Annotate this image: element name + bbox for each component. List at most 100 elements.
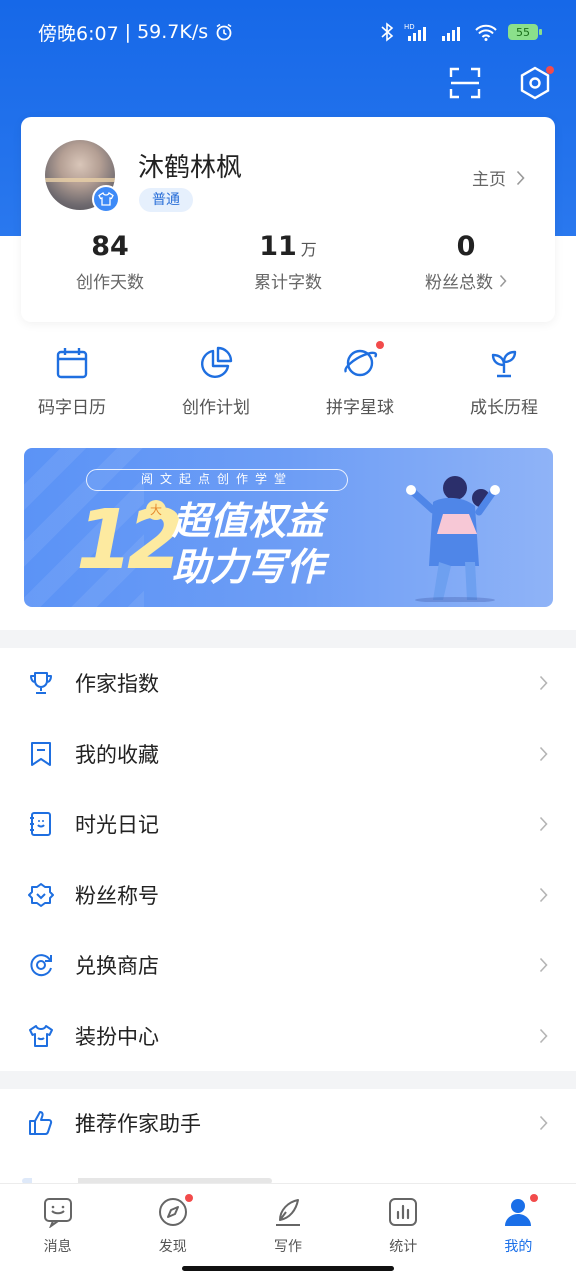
menu-item-time-diary[interactable]: 时光日记 — [0, 789, 576, 860]
tab-messages[interactable]: 消息 — [0, 1184, 115, 1280]
tool-growth-history[interactable]: 成长历程 — [432, 345, 576, 418]
network-speed: 59.7K/s — [137, 21, 209, 43]
tab-label: 统计 — [389, 1239, 418, 1255]
menu-item-exchange-store[interactable]: 兑换商店 — [0, 930, 576, 1001]
planet-notification-dot — [376, 341, 384, 349]
tab-label: 消息 — [43, 1239, 72, 1255]
chevron-right-icon — [539, 746, 548, 761]
chevron-right-icon — [499, 274, 507, 287]
status-time: 傍晚6:07 — [38, 22, 119, 45]
menu-label: 兑换商店 — [75, 954, 159, 979]
tab-me[interactable]: 我的 — [461, 1184, 576, 1280]
section-divider — [0, 630, 576, 648]
person-icon — [505, 1199, 532, 1226]
badge-icon — [28, 882, 54, 907]
chevron-right-icon — [539, 1028, 548, 1043]
tool-label: 创作计划 — [182, 398, 250, 418]
menu-group-1: 作家指数 我的收藏 时光日记 粉丝称号 兑换商店 装扮中心 — [0, 648, 576, 1071]
menu-item-my-favorites[interactable]: 我的收藏 — [0, 719, 576, 790]
homepage-label: 主页 — [472, 170, 506, 190]
signal-icon — [442, 27, 460, 41]
status-divider: | — [124, 21, 132, 43]
status-bar: 傍晚6:07 | 59.7K/s HD 55 — [0, 0, 576, 64]
bookmark-icon — [31, 741, 51, 766]
chevron-right-icon — [539, 887, 548, 902]
scan-icon[interactable] — [448, 66, 482, 100]
pie-chart-icon — [198, 345, 234, 381]
svg-text:HD: HD — [404, 23, 415, 31]
calendar-icon — [54, 345, 90, 381]
tab-label: 写作 — [274, 1239, 302, 1255]
menu-label: 装扮中心 — [75, 1024, 159, 1049]
signal-hd-icon: HD — [404, 23, 426, 41]
diary-icon — [30, 812, 51, 837]
tab-label: 发现 — [158, 1239, 187, 1255]
planet-icon — [342, 341, 384, 381]
settings-notification-dot — [546, 66, 554, 74]
level-badge: 普通 — [139, 188, 193, 212]
stat-label: 粉丝总数 — [425, 273, 493, 293]
wifi-icon — [475, 24, 497, 41]
stat-label: 累计字数 — [254, 273, 322, 293]
banner-headline: 超值权益 助力写作 — [172, 498, 324, 590]
username: 沐鹤林枫 — [138, 153, 243, 183]
sprout-icon — [486, 345, 522, 381]
bluetooth-icon — [381, 22, 394, 42]
stat-value: 0 — [456, 231, 476, 262]
tshirt-icon — [29, 1024, 53, 1047]
menu-item-dressup-center[interactable]: 装扮中心 — [0, 1001, 576, 1072]
homepage-link[interactable]: 主页 — [472, 165, 525, 190]
chevron-right-icon — [539, 676, 548, 691]
profile-card: 沐鹤林枫 普通 主页 84 创作天数 11 万 累计字数 0 粉丝总数 — [21, 117, 555, 322]
tool-word-planet[interactable]: 拼字星球 — [288, 341, 432, 418]
stat-label: 创作天数 — [76, 273, 144, 293]
menu-group-2: 推荐作家助手 — [0, 1088, 576, 1159]
chart-icon — [389, 1198, 418, 1226]
banner-illustration — [406, 476, 500, 602]
settings-icon[interactable] — [518, 66, 554, 100]
message-icon — [43, 1198, 72, 1228]
compass-icon — [158, 1198, 187, 1226]
tool-writing-calendar[interactable]: 码字日历 — [0, 345, 144, 418]
menu-item-writer-index[interactable]: 作家指数 — [0, 648, 576, 719]
home-indicator[interactable] — [182, 1266, 394, 1271]
pen-icon — [276, 1199, 300, 1226]
tool-label: 拼字星球 — [326, 398, 394, 418]
stat-total-words[interactable]: 11 万 累计字数 — [199, 231, 377, 293]
menu-item-recommend-app[interactable]: 推荐作家助手 — [0, 1088, 576, 1159]
menu-item-fan-title[interactable]: 粉丝称号 — [0, 860, 576, 931]
section-divider — [0, 1071, 576, 1089]
avatar-badge — [92, 185, 120, 213]
stat-fans[interactable]: 0 粉丝总数 — [377, 231, 555, 293]
battery-indicator: 55 — [508, 24, 542, 40]
chevron-right-icon — [516, 170, 525, 185]
banner-line2: 助力写作 — [172, 545, 325, 589]
chevron-right-icon — [539, 958, 548, 973]
stat-value: 11 — [259, 231, 297, 262]
menu-label: 粉丝称号 — [75, 883, 159, 908]
stat-creation-days[interactable]: 84 创作天数 — [21, 231, 199, 293]
chevron-right-icon — [539, 1116, 548, 1131]
tool-label: 码字日历 — [38, 398, 106, 418]
banner-line1: 超值权益 — [172, 499, 325, 543]
thumbs-up-icon — [29, 1111, 53, 1136]
me-notification-dot — [530, 1194, 539, 1202]
trophy-icon — [30, 672, 52, 695]
menu-label: 我的收藏 — [75, 742, 159, 767]
tshirt-badge-icon — [98, 192, 114, 206]
tool-label: 成长历程 — [470, 398, 538, 418]
menu-label: 推荐作家助手 — [75, 1112, 201, 1137]
discover-notification-dot — [184, 1194, 193, 1202]
exchange-icon — [30, 954, 52, 977]
menu-label: 作家指数 — [75, 672, 159, 697]
promo-banner[interactable]: 阅文起点创作学堂 12 大 超值权益 助力写作 — [24, 448, 553, 607]
banner-subtitle: 阅文起点创作学堂 — [86, 469, 348, 491]
stat-unit: 万 — [300, 240, 317, 259]
alarm-icon — [216, 23, 232, 41]
tab-label: 我的 — [504, 1239, 533, 1255]
stat-value: 84 — [91, 231, 129, 262]
chevron-right-icon — [539, 817, 548, 832]
menu-label: 时光日记 — [75, 813, 159, 838]
tool-creation-plan[interactable]: 创作计划 — [144, 345, 288, 418]
banner-number-badge: 大 — [146, 500, 166, 520]
